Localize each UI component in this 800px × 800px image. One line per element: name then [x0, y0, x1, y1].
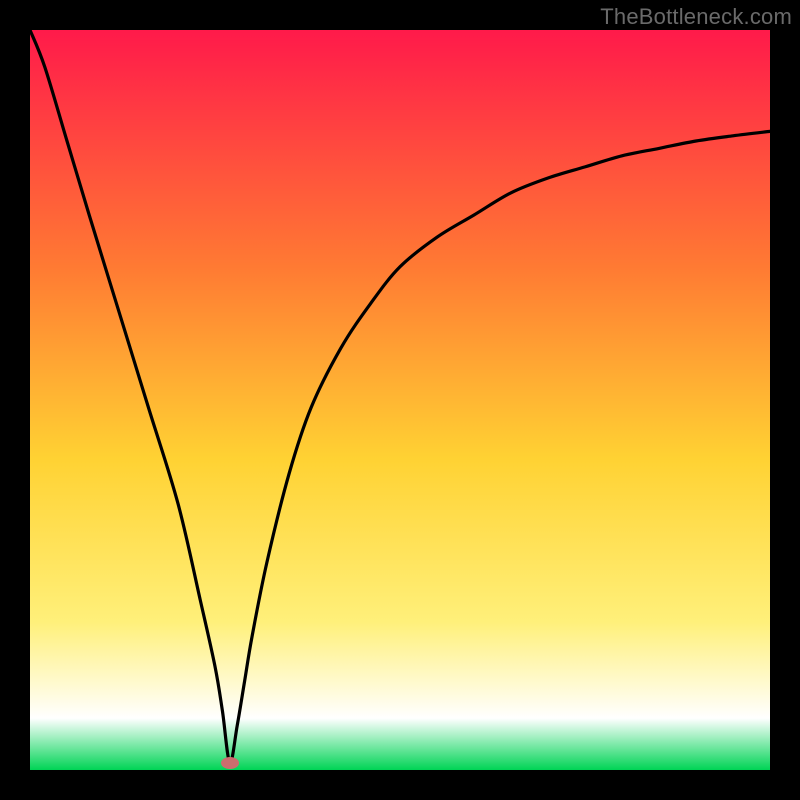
watermark-text: TheBottleneck.com	[600, 4, 792, 30]
curve-line	[30, 30, 770, 770]
minimum-marker	[221, 757, 239, 769]
plot-area	[30, 30, 770, 770]
chart-frame: TheBottleneck.com	[0, 0, 800, 800]
